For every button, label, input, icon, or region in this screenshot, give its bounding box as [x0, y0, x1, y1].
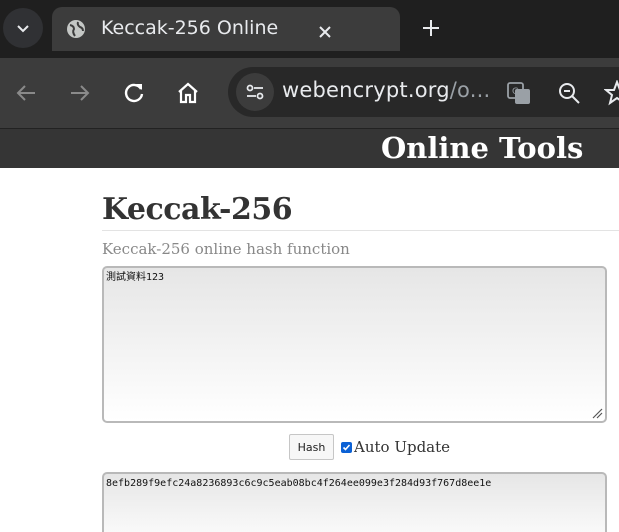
close-icon[interactable] — [318, 25, 332, 39]
auto-update-checkbox[interactable] — [341, 441, 352, 453]
tab-title: Keccak-256 Online — [101, 17, 279, 39]
site-settings-icon — [246, 84, 264, 100]
bookmark-star-icon[interactable] — [604, 80, 619, 106]
site-settings-button[interactable] — [236, 73, 274, 111]
url-domain: webencrypt.org — [282, 78, 450, 102]
url-text[interactable]: webencrypt.org/o... — [282, 78, 490, 102]
url-path: /o... — [449, 78, 491, 102]
forward-arrow-icon[interactable] — [67, 80, 93, 106]
globe-icon — [67, 20, 85, 38]
back-arrow-icon[interactable] — [13, 80, 39, 106]
site-header: Online Tools — [0, 128, 619, 168]
page-subtitle: Keccak-256 online hash function — [102, 240, 350, 258]
browser-tab-strip: Keccak-256 Online — [0, 0, 619, 58]
hash-button[interactable]: Hash — [289, 434, 334, 460]
page-title: Keccak-256 — [102, 192, 293, 227]
new-tab-plus-icon[interactable] — [420, 17, 442, 39]
browser-tab-active[interactable]: Keccak-256 Online — [52, 7, 400, 51]
translate-icon[interactable]: G — [506, 80, 532, 106]
address-bar[interactable]: webencrypt.org/o... G — [228, 67, 619, 117]
site-title[interactable]: Online Tools — [381, 131, 583, 165]
browser-toolbar: webencrypt.org/o... G — [0, 58, 619, 128]
hash-controls: Hash Auto Update — [289, 434, 450, 460]
resize-grip-icon[interactable] — [592, 408, 603, 419]
svg-text:G: G — [512, 87, 519, 97]
auto-update-label[interactable]: Auto Update — [354, 438, 450, 456]
chevron-down-icon — [17, 25, 29, 33]
heading-divider — [102, 230, 619, 231]
output-textarea[interactable]: 8efb289f9efc24a8236893c6c9c5eab08bc4f264… — [102, 472, 607, 532]
reload-icon[interactable] — [121, 80, 147, 106]
home-icon[interactable] — [175, 80, 201, 106]
checkmark-icon — [342, 443, 351, 451]
zoom-icon[interactable] — [556, 80, 582, 106]
input-textarea[interactable]: 測試資料123 — [102, 266, 607, 423]
tab-search-button[interactable] — [3, 8, 43, 48]
